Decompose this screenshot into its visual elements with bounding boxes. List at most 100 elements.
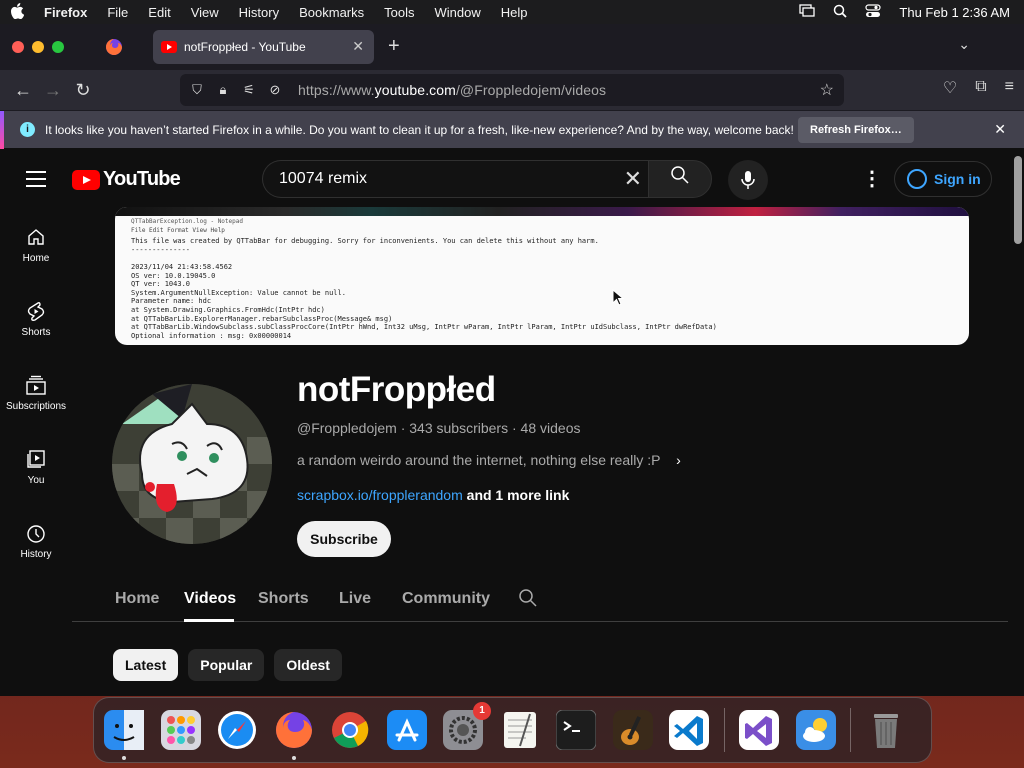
sidebar-label-subscriptions: Subscriptions [5, 401, 67, 412]
refresh-firefox-button[interactable]: Refresh Firefox… [798, 117, 914, 143]
tracking-protection-shield-icon[interactable]: ⛉ [184, 82, 210, 98]
firefox-icon[interactable] [272, 708, 316, 760]
youtube-logo[interactable]: YouTube [72, 168, 181, 191]
bookmark-star-icon[interactable]: ☆ [820, 80, 834, 100]
notepad-line: QT ver: 1043.0 [131, 280, 191, 289]
subscribe-button[interactable]: Subscribe [297, 521, 391, 557]
tab-videos[interactable]: Videos [184, 590, 236, 608]
list-all-tabs-icon[interactable]: ⌄ [958, 36, 970, 53]
close-window-button[interactable] [12, 41, 24, 53]
chip-popular[interactable]: Popular [188, 649, 265, 681]
subscriber-count: 343 subscribers [409, 420, 509, 436]
menubar-clock[interactable]: Thu Feb 1 2:36 AM [899, 5, 1010, 20]
menu-window[interactable]: Window [425, 5, 491, 20]
tab-live[interactable]: Live [339, 590, 371, 608]
search-input[interactable]: 10074 remix ✕ [262, 160, 648, 198]
youtube-header: YouTube 10074 remix ✕ ⋮ Sign in [0, 152, 1024, 208]
active-tab[interactable]: notFroppłed - YouTube ✕ [153, 30, 374, 64]
youtube-page: YouTube 10074 remix ✕ ⋮ Sign in Home Sho… [0, 152, 1024, 696]
permissions-icon[interactable]: ⚟ [236, 82, 262, 98]
close-tab-icon[interactable]: ✕ [352, 38, 364, 55]
window-controls [12, 41, 64, 53]
meta-separator: · [511, 420, 521, 436]
vscode-icon[interactable] [667, 708, 711, 752]
app-store-icon[interactable] [385, 708, 429, 752]
tab-shorts[interactable]: Shorts [258, 590, 309, 608]
video-count: 48 videos [520, 420, 581, 436]
clear-search-icon[interactable]: ✕ [624, 161, 642, 197]
page-scrollbar[interactable] [1014, 156, 1022, 244]
tab-community[interactable]: Community [402, 590, 490, 608]
channel-avatar[interactable] [112, 384, 272, 544]
chip-latest[interactable]: Latest [113, 649, 179, 681]
url-text[interactable]: https://www.youtube.com/@Froppledojem/vi… [298, 82, 606, 98]
more-links[interactable]: and 1 more link [467, 487, 570, 503]
terminal-icon[interactable] [554, 708, 598, 752]
sidebar-item-home[interactable]: Home [0, 208, 72, 282]
url-path: /@Froppledojem/videos [455, 82, 607, 98]
lock-icon[interactable]: 🔒︎ [210, 82, 236, 98]
menu-history[interactable]: History [229, 5, 289, 20]
visual-studio-icon[interactable] [737, 708, 781, 752]
control-center-icon[interactable] [865, 3, 882, 21]
textedit-icon[interactable] [498, 708, 542, 752]
sidebar-item-you[interactable]: You [0, 430, 72, 504]
finder-icon[interactable] [102, 708, 146, 760]
app-menu-icon[interactable]: ≡ [1005, 78, 1014, 98]
reload-icon[interactable]: ↻ [68, 80, 98, 101]
spotlight-search-icon[interactable] [833, 4, 848, 21]
new-tab-icon[interactable]: + [388, 35, 400, 58]
settings-kebab-icon[interactable]: ⋮ [862, 166, 882, 191]
autoplay-blocked-icon[interactable]: ⊘ [262, 82, 288, 98]
notepad-line: System.ArgumentNullException: Value cann… [131, 288, 346, 297]
notepad-line: at System.Drawing.Graphics.FromHdc(IntPt… [131, 305, 325, 314]
firefox-view-icon[interactable] [104, 37, 124, 57]
channel-search-icon[interactable] [518, 588, 538, 613]
guide-menu-icon[interactable] [26, 171, 46, 192]
active-tab-underline [184, 619, 234, 622]
close-notification-icon[interactable]: ✕ [994, 121, 1006, 138]
tab-home[interactable]: Home [115, 590, 159, 608]
sign-in-button[interactable]: Sign in [894, 161, 992, 197]
weather-icon[interactable] [794, 708, 838, 752]
voice-search-button[interactable] [728, 160, 768, 200]
extensions-icon[interactable]: ⧉ [975, 78, 986, 98]
menu-tools[interactable]: Tools [374, 5, 424, 20]
chrome-icon[interactable] [328, 708, 372, 752]
notepad-line: 2023/11/04 21:43:58.4562 [131, 262, 233, 271]
channel-links: scrapbox.io/fropplerandom and 1 more lin… [297, 487, 569, 503]
search-button[interactable] [648, 160, 712, 198]
menu-help[interactable]: Help [491, 5, 538, 20]
minimize-window-button[interactable] [32, 41, 44, 53]
channel-metadata: @Froppledojem · 343 subscribers · 48 vid… [297, 420, 580, 436]
screen-mirroring-icon[interactable] [799, 4, 816, 20]
system-settings-icon[interactable]: 1 [441, 702, 491, 752]
menu-edit[interactable]: Edit [138, 5, 180, 20]
youtube-favicon-icon [161, 41, 177, 53]
menu-bookmarks[interactable]: Bookmarks [289, 5, 374, 20]
channel-name: notFroppłed [297, 370, 496, 409]
channel-banner: QTTabBarException.log - Notepad File Edi… [115, 207, 969, 345]
forward-arrow-icon[interactable]: → [38, 80, 68, 101]
menu-file[interactable]: File [97, 5, 138, 20]
menu-view[interactable]: View [181, 5, 229, 20]
sidebar-item-history[interactable]: History [0, 504, 72, 578]
zoom-window-button[interactable] [52, 41, 64, 53]
menubar-app-name[interactable]: Firefox [34, 5, 97, 20]
mouse-cursor-icon [612, 289, 624, 306]
apple-menu-icon[interactable] [0, 2, 34, 22]
garageband-icon[interactable] [611, 708, 655, 752]
pocket-icon[interactable]: ♡ [943, 78, 957, 98]
url-bar[interactable]: ⛉ 🔒︎ ⚟ ⊘ https://www.youtube.com/@Froppl… [180, 74, 844, 106]
channel-description[interactable]: a random weirdo around the internet, not… [297, 452, 681, 468]
back-arrow-icon[interactable]: ← [8, 80, 38, 101]
trash-icon[interactable] [864, 708, 908, 752]
search-value: 10074 remix [279, 170, 368, 187]
chip-oldest[interactable]: Oldest [274, 649, 342, 681]
channel-link[interactable]: scrapbox.io/fropplerandom [297, 487, 463, 503]
sidebar-item-shorts[interactable]: Shorts [0, 282, 72, 356]
launchpad-icon[interactable] [159, 708, 203, 752]
safari-icon[interactable] [215, 708, 259, 752]
sidebar-item-subscriptions[interactable]: Subscriptions [0, 356, 72, 430]
chevron-right-icon[interactable]: › [676, 452, 681, 468]
